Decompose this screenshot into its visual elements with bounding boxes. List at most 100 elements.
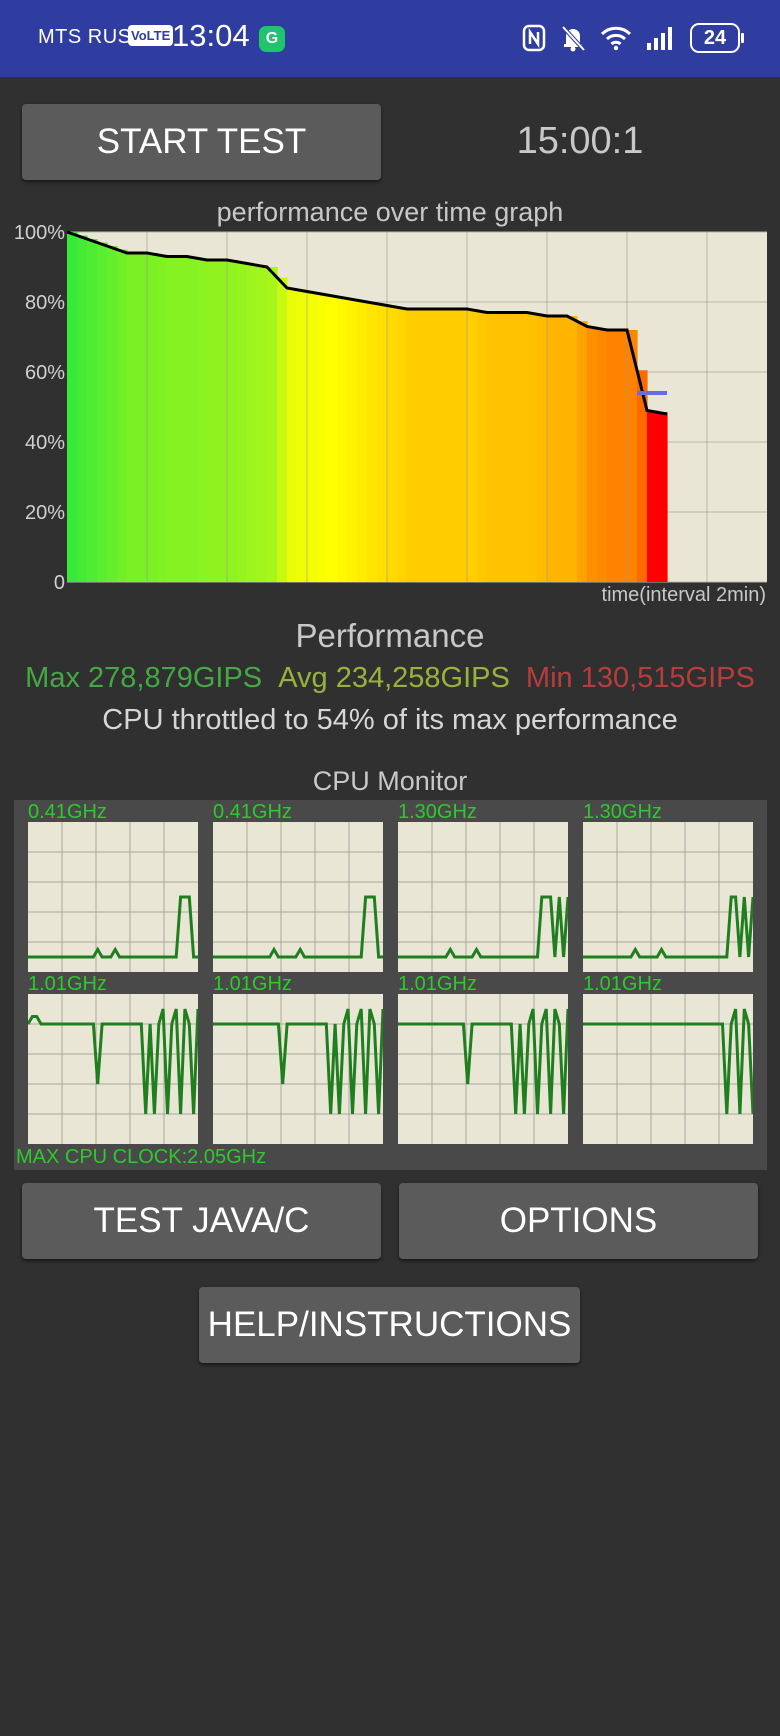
test-java-c-button[interactable]: TEST JAVA/C [22,1183,381,1259]
core-frequency: 1.01GHz [583,973,662,995]
core-graph-background [28,822,198,972]
core-frequency: 1.01GHz [398,973,477,995]
performance-bar [607,330,618,582]
performance-bar [337,296,348,582]
y-tick-label: 20% [25,502,65,524]
performance-bar [237,261,248,582]
y-tick-label: 80% [25,292,65,314]
core-5: 1.01GHz [213,972,383,1144]
performance-bar [467,309,478,582]
core-load-graph [28,822,198,972]
clock: 13:04 [172,18,250,53]
y-tick-label: 60% [25,362,65,384]
cpu-monitor-panel: 0.41GHz 0.41GHz 1.30GHz 1.30GHz 1.01GHz … [14,800,767,1170]
performance-bar [197,258,208,582]
battery-icon: 24 [690,23,744,53]
performance-bar [517,312,528,582]
performance-bar [217,260,228,582]
performance-bar [347,298,358,582]
performance-bar [307,291,318,582]
performance-bar [177,256,188,582]
core-3: 1.30GHz [583,800,753,972]
performance-bar [107,246,118,582]
performance-bar [287,288,298,582]
core-load-graph [583,994,753,1144]
max-cpu-clock: MAX CPU CLOCK:2.05GHz [16,1146,267,1168]
performance-bar [87,239,98,582]
performance-bar [377,303,388,582]
core-load-graph [28,994,198,1144]
performance-bar [507,312,518,582]
performance-bar [447,309,458,582]
core-frequency: 0.41GHz [213,801,292,823]
performance-bar [417,309,428,582]
performance-bar [247,263,258,582]
performance-bar [497,312,508,582]
core-load-graph [398,994,568,1144]
core-4: 1.01GHz [28,972,198,1144]
min-performance: Min 130,515GIPS [525,662,755,694]
core-frequency: 1.01GHz [213,973,292,995]
performance-bar [137,253,148,582]
core-1: 0.41GHz [213,800,383,972]
y-tick-label: 0 [54,572,65,592]
performance-bar [157,254,168,582]
performance-bar [437,309,448,582]
performance-bar [527,312,538,582]
performance-bar [207,260,218,582]
core-2: 1.30GHz [398,800,568,972]
performance-bar [427,309,438,582]
signal-icon [647,27,672,50]
nfc-icon [522,24,546,52]
performance-bar [277,277,288,582]
core-frequency: 1.30GHz [583,801,662,823]
y-tick-label: 100% [14,222,65,244]
core-7: 1.01GHz [583,972,753,1144]
core-frequency: 1.01GHz [28,973,107,995]
performance-bar [567,316,578,582]
performance-graph: 100% 80% 60% 40% 20% 0 [14,222,767,592]
core-load-graph [213,822,383,972]
performance-stats: Max 278,879GIPS Avg 234,258GIPS Min 130,… [0,662,780,695]
options-button[interactable]: OPTIONS [399,1183,758,1259]
avg-performance: Avg 234,258GIPS [278,662,510,694]
throttle-summary: CPU throttled to 54% of its max performa… [102,704,678,736]
core-frequency: 0.41GHz [28,801,107,823]
core-0: 0.41GHz [28,800,198,972]
performance-bar [97,242,108,582]
help-instructions-button[interactable]: HELP/INSTRUCTIONS [199,1287,580,1363]
performance-bar [187,256,198,582]
performance-bar [267,267,278,582]
performance-bar [537,314,548,582]
core-load-graph [213,994,383,1144]
performance-bar [577,321,588,582]
test-timer: 15:00:1 [516,120,644,162]
performance-bar [477,310,488,582]
performance-bar [257,265,268,582]
x-axis-label: time(interval 2min) [601,584,766,606]
performance-bar [587,326,598,582]
performance-bar [167,256,178,582]
performance-bar [487,312,498,582]
performance-bar [457,309,468,582]
performance-bar [147,253,158,582]
core-load-graph [398,822,568,972]
performance-bar [327,295,338,582]
performance-bar [67,232,78,582]
performance-bar [227,260,238,582]
performance-bar [77,235,88,582]
performance-bar [557,316,568,582]
performance-bar [657,412,668,582]
core-6: 1.01GHz [398,972,568,1144]
cpu-monitor-title: CPU Monitor [312,766,468,796]
performance-title: Performance [295,617,485,654]
volte-badge: VoLTE [128,25,174,46]
start-test-button[interactable]: START TEST [22,104,381,180]
performance-bar [367,302,378,582]
y-tick-label: 40% [25,432,65,454]
performance-bar [407,309,418,582]
performance-bar [597,328,608,582]
performance-bar [547,316,558,582]
core-graph-background [213,822,383,972]
core-load-graph [583,822,753,972]
